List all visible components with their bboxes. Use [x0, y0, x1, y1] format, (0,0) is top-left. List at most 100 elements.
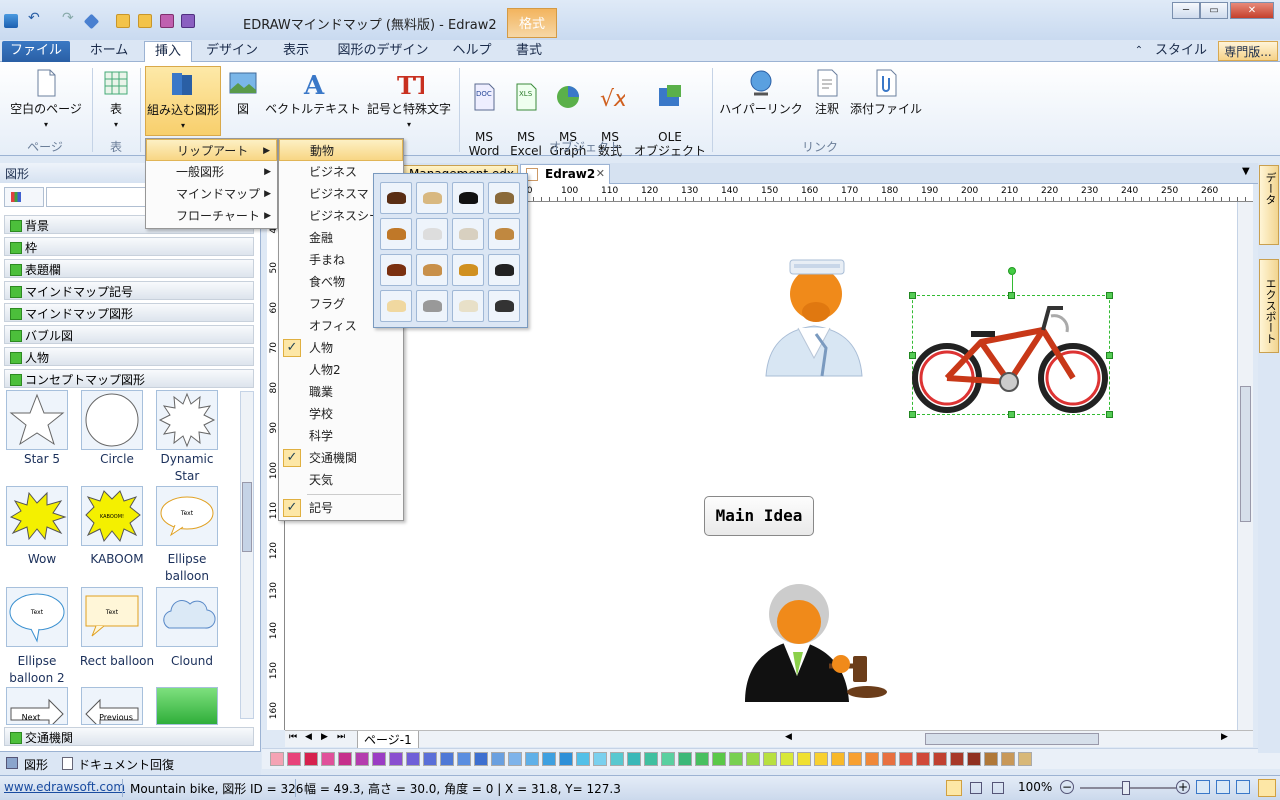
new-doc-icon[interactable]	[116, 14, 130, 28]
prev-page-icon[interactable]: ◀	[305, 732, 312, 742]
shape-star5[interactable]	[6, 390, 68, 450]
next-page-icon[interactable]: ▶	[321, 732, 328, 742]
tab-shape-design[interactable]: 図形のデザイン	[328, 41, 438, 62]
shape-circle[interactable]	[81, 390, 143, 450]
redo-icon[interactable]: ↷	[62, 10, 76, 26]
palette-swatch[interactable]	[372, 752, 386, 766]
resize-handle[interactable]	[1106, 292, 1113, 299]
palette-swatch[interactable]	[678, 752, 692, 766]
palette-swatch[interactable]	[780, 752, 794, 766]
palette-swatch[interactable]	[763, 752, 777, 766]
table-button[interactable]: 表 ▾	[98, 68, 134, 132]
palette-swatch[interactable]	[474, 752, 488, 766]
animal-clipart-cell[interactable]	[416, 182, 448, 214]
palette-swatch[interactable]	[865, 752, 879, 766]
zoom-in-icon[interactable]: +	[1176, 780, 1190, 794]
palette-swatch[interactable]	[270, 752, 284, 766]
blank-page-button[interactable]: 空白のページ ▾	[6, 68, 86, 132]
palette-swatch[interactable]	[916, 752, 930, 766]
clipart-category-item[interactable]: 職業	[279, 381, 403, 403]
palette-swatch[interactable]	[627, 752, 641, 766]
scroll-thumb[interactable]	[242, 482, 252, 552]
tab-insert[interactable]: 挿入	[144, 41, 192, 63]
full-screen-icon[interactable]	[1236, 780, 1250, 794]
palette-swatch[interactable]	[287, 752, 301, 766]
canvas-horizontal-scroll-thumb[interactable]	[925, 733, 1099, 745]
bicycle-selection[interactable]	[909, 267, 1113, 418]
resize-handle[interactable]	[1106, 352, 1113, 359]
library-item[interactable]: コンセプトマップ図形	[4, 369, 254, 388]
clipart-category-item[interactable]: 学校	[279, 403, 403, 425]
palette-swatch[interactable]	[610, 752, 624, 766]
library-item[interactable]: マインドマップ記号	[4, 281, 254, 300]
view-present-icon[interactable]	[992, 782, 1004, 794]
resize-handle[interactable]	[1106, 411, 1113, 418]
menu-item-general-shapes[interactable]: 一般図形 ▶	[146, 161, 277, 183]
undo-icon[interactable]: ↶	[28, 10, 42, 26]
library-item[interactable]: 人物	[4, 347, 254, 366]
palette-swatch[interactable]	[729, 752, 743, 766]
vector-text-button[interactable]: A ベクトルテキスト	[263, 68, 363, 116]
palette-swatch[interactable]	[321, 752, 335, 766]
library-item[interactable]: 表題欄	[4, 259, 254, 278]
clipart-category-item[interactable]: ✓ 記号	[279, 497, 403, 519]
resize-handle[interactable]	[909, 411, 916, 418]
close-tab-icon[interactable]: ✕	[596, 167, 605, 180]
zoom-slider-thumb[interactable]	[1122, 781, 1130, 795]
tab-view[interactable]: 表示	[272, 41, 320, 62]
panel-toggle-icon[interactable]	[1258, 779, 1276, 797]
help-up-icon[interactable]: ⌃	[1132, 41, 1146, 62]
canvas-scroll-thumb[interactable]	[1240, 386, 1251, 522]
tab-document-recovery[interactable]: ドキュメント回復	[78, 756, 174, 773]
palette-swatch[interactable]	[559, 752, 573, 766]
clipart-category-item[interactable]: ✓ 人物	[279, 337, 403, 359]
palette-swatch[interactable]	[406, 752, 420, 766]
fit-width-icon[interactable]	[1216, 780, 1230, 794]
animal-clipart-cell[interactable]	[488, 254, 520, 286]
tab-shapes[interactable]: 図形	[24, 756, 48, 773]
palette-swatch[interactable]	[967, 752, 981, 766]
ms-word-button[interactable]: DOC MS Word	[464, 68, 504, 158]
animal-clipart-cell[interactable]	[452, 218, 484, 250]
palette-swatch[interactable]	[797, 752, 811, 766]
library-item-transport[interactable]: 交通機関	[4, 727, 254, 746]
palette-swatch[interactable]	[508, 752, 522, 766]
animal-clipart-cell[interactable]	[416, 218, 448, 250]
palette-swatch[interactable]	[644, 752, 658, 766]
palette-swatch[interactable]	[1001, 752, 1015, 766]
zoom-slider[interactable]	[1080, 781, 1176, 795]
animal-clipart-cell[interactable]	[380, 182, 412, 214]
library-item[interactable]: 枠	[4, 237, 254, 256]
resize-handle[interactable]	[1008, 411, 1015, 418]
menu-item-flowchart[interactable]: フローチャート ▶	[146, 205, 277, 227]
palette-swatch[interactable]	[746, 752, 760, 766]
palette-swatch[interactable]	[542, 752, 556, 766]
animal-clipart-cell[interactable]	[380, 254, 412, 286]
palette-swatch[interactable]	[355, 752, 369, 766]
export-side-tab[interactable]: エクスポート	[1259, 259, 1279, 353]
animal-clipart-cell[interactable]	[488, 218, 520, 250]
shape-kaboom[interactable]: KABOOM!	[81, 486, 143, 546]
maximize-button[interactable]: ▭	[1200, 2, 1228, 19]
view-normal-icon[interactable]	[946, 780, 962, 796]
doc-tab-edraw2[interactable]: Edraw2 ✕	[520, 164, 610, 184]
fit-page-icon[interactable]	[1196, 780, 1210, 794]
shape-dynamic-star[interactable]	[156, 390, 218, 450]
shape-wow[interactable]	[6, 486, 68, 546]
close-button[interactable]: ✕	[1230, 2, 1274, 19]
data-side-tab[interactable]: データ	[1259, 165, 1279, 245]
print-preview-icon[interactable]	[181, 14, 195, 28]
resize-handle[interactable]	[1008, 292, 1015, 299]
library-item[interactable]: マインドマップ図形	[4, 303, 254, 322]
animal-clipart-cell[interactable]	[452, 254, 484, 286]
attachment-button[interactable]: 添付ファイル	[848, 68, 924, 116]
shapes-scrollbar[interactable]	[240, 391, 254, 719]
palette-swatch[interactable]	[457, 752, 471, 766]
shape-previous-arrow[interactable]: Previous	[81, 687, 143, 730]
zoom-out-icon[interactable]: −	[1060, 780, 1074, 794]
tab-home[interactable]: ホーム	[80, 41, 138, 62]
palette-swatch[interactable]	[1018, 752, 1032, 766]
palette-swatch[interactable]	[814, 752, 828, 766]
first-page-icon[interactable]: ⏮	[289, 732, 297, 742]
tab-format[interactable]: 書式	[504, 41, 554, 62]
